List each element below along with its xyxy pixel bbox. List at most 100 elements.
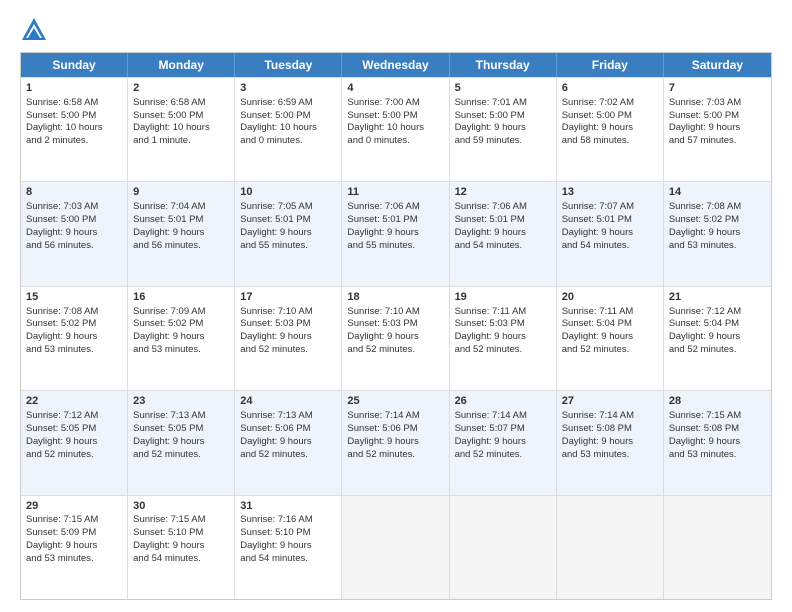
- calendar-row-4: 22Sunrise: 7:12 AMSunset: 5:05 PMDayligh…: [21, 390, 771, 494]
- day-cell-19: 19Sunrise: 7:11 AMSunset: 5:03 PMDayligh…: [450, 287, 557, 390]
- day-info-line: Daylight: 9 hours: [133, 331, 229, 344]
- day-info-line: Sunrise: 7:15 AM: [669, 410, 766, 423]
- calendar-header: SundayMondayTuesdayWednesdayThursdayFrid…: [21, 53, 771, 77]
- day-number: 31: [240, 499, 336, 514]
- day-info-line: and 53 minutes.: [26, 344, 122, 357]
- day-cell-31: 31Sunrise: 7:16 AMSunset: 5:10 PMDayligh…: [235, 496, 342, 599]
- day-info-line: and 59 minutes.: [455, 135, 551, 148]
- day-info-line: and 55 minutes.: [240, 240, 336, 253]
- day-info-line: Sunrise: 7:12 AM: [26, 410, 122, 423]
- day-number: 19: [455, 290, 551, 305]
- day-number: 13: [562, 185, 658, 200]
- day-number: 27: [562, 394, 658, 409]
- day-info-line: and 55 minutes.: [347, 240, 443, 253]
- day-info-line: and 52 minutes.: [240, 344, 336, 357]
- day-info-line: and 52 minutes.: [240, 449, 336, 462]
- day-info-line: and 52 minutes.: [347, 344, 443, 357]
- day-cell-28: 28Sunrise: 7:15 AMSunset: 5:08 PMDayligh…: [664, 391, 771, 494]
- calendar-body: 1Sunrise: 6:58 AMSunset: 5:00 PMDaylight…: [21, 77, 771, 599]
- day-number: 10: [240, 185, 336, 200]
- calendar-row-3: 15Sunrise: 7:08 AMSunset: 5:02 PMDayligh…: [21, 286, 771, 390]
- day-info-line: and 57 minutes.: [669, 135, 766, 148]
- day-info-line: Sunset: 5:08 PM: [562, 423, 658, 436]
- day-info-line: Sunset: 5:01 PM: [562, 214, 658, 227]
- day-number: 1: [26, 81, 122, 96]
- header-day-thursday: Thursday: [450, 53, 557, 77]
- day-number: 12: [455, 185, 551, 200]
- day-info-line: Sunset: 5:01 PM: [133, 214, 229, 227]
- day-info-line: Sunrise: 7:11 AM: [455, 306, 551, 319]
- day-info-line: Daylight: 9 hours: [562, 436, 658, 449]
- day-number: 25: [347, 394, 443, 409]
- day-info-line: Daylight: 9 hours: [240, 331, 336, 344]
- day-number: 3: [240, 81, 336, 96]
- day-info-line: Daylight: 9 hours: [347, 227, 443, 240]
- day-info-line: Daylight: 9 hours: [455, 227, 551, 240]
- day-info-line: Sunrise: 6:58 AM: [26, 97, 122, 110]
- day-info-line: and 2 minutes.: [26, 135, 122, 148]
- day-info-line: Sunset: 5:01 PM: [455, 214, 551, 227]
- day-number: 9: [133, 185, 229, 200]
- day-number: 11: [347, 185, 443, 200]
- day-info-line: Daylight: 9 hours: [240, 436, 336, 449]
- day-info-line: and 52 minutes.: [562, 344, 658, 357]
- day-info-line: Sunrise: 7:03 AM: [669, 97, 766, 110]
- day-info-line: Sunset: 5:10 PM: [133, 527, 229, 540]
- day-info-line: Sunrise: 7:00 AM: [347, 97, 443, 110]
- day-info-line: Sunset: 5:05 PM: [26, 423, 122, 436]
- day-info-line: Sunset: 5:01 PM: [347, 214, 443, 227]
- day-cell-7: 7Sunrise: 7:03 AMSunset: 5:00 PMDaylight…: [664, 78, 771, 181]
- day-info-line: Sunrise: 7:03 AM: [26, 201, 122, 214]
- day-info-line: Sunrise: 7:16 AM: [240, 514, 336, 527]
- day-info-line: Sunset: 5:05 PM: [133, 423, 229, 436]
- day-info-line: Sunset: 5:00 PM: [240, 110, 336, 123]
- calendar-row-5: 29Sunrise: 7:15 AMSunset: 5:09 PMDayligh…: [21, 495, 771, 599]
- day-cell-29: 29Sunrise: 7:15 AMSunset: 5:09 PMDayligh…: [21, 496, 128, 599]
- day-number: 18: [347, 290, 443, 305]
- day-info-line: Sunrise: 7:12 AM: [669, 306, 766, 319]
- day-info-line: and 52 minutes.: [26, 449, 122, 462]
- day-info-line: Sunrise: 7:06 AM: [347, 201, 443, 214]
- day-cell-1: 1Sunrise: 6:58 AMSunset: 5:00 PMDaylight…: [21, 78, 128, 181]
- day-info-line: and 53 minutes.: [669, 240, 766, 253]
- day-number: 30: [133, 499, 229, 514]
- day-info-line: Sunset: 5:00 PM: [562, 110, 658, 123]
- day-cell-30: 30Sunrise: 7:15 AMSunset: 5:10 PMDayligh…: [128, 496, 235, 599]
- day-info-line: Sunrise: 7:14 AM: [347, 410, 443, 423]
- day-cell-3: 3Sunrise: 6:59 AMSunset: 5:00 PMDaylight…: [235, 78, 342, 181]
- day-cell-21: 21Sunrise: 7:12 AMSunset: 5:04 PMDayligh…: [664, 287, 771, 390]
- day-cell-5: 5Sunrise: 7:01 AMSunset: 5:00 PMDaylight…: [450, 78, 557, 181]
- day-info-line: and 52 minutes.: [133, 449, 229, 462]
- day-info-line: Sunset: 5:02 PM: [26, 318, 122, 331]
- day-info-line: and 54 minutes.: [240, 553, 336, 566]
- day-info-line: Sunset: 5:00 PM: [26, 214, 122, 227]
- day-info-line: Daylight: 9 hours: [133, 227, 229, 240]
- day-info-line: Sunset: 5:04 PM: [562, 318, 658, 331]
- day-info-line: Daylight: 10 hours: [240, 122, 336, 135]
- day-info-line: Sunrise: 7:10 AM: [347, 306, 443, 319]
- day-info-line: Sunrise: 6:58 AM: [133, 97, 229, 110]
- day-cell-2: 2Sunrise: 6:58 AMSunset: 5:00 PMDaylight…: [128, 78, 235, 181]
- day-info-line: and 56 minutes.: [133, 240, 229, 253]
- day-info-line: and 0 minutes.: [347, 135, 443, 148]
- day-info-line: Sunrise: 7:05 AM: [240, 201, 336, 214]
- day-number: 24: [240, 394, 336, 409]
- day-cell-24: 24Sunrise: 7:13 AMSunset: 5:06 PMDayligh…: [235, 391, 342, 494]
- header-day-friday: Friday: [557, 53, 664, 77]
- day-info-line: Daylight: 9 hours: [347, 331, 443, 344]
- header-day-saturday: Saturday: [664, 53, 771, 77]
- day-info-line: Daylight: 10 hours: [26, 122, 122, 135]
- day-cell-18: 18Sunrise: 7:10 AMSunset: 5:03 PMDayligh…: [342, 287, 449, 390]
- day-cell-27: 27Sunrise: 7:14 AMSunset: 5:08 PMDayligh…: [557, 391, 664, 494]
- day-cell-15: 15Sunrise: 7:08 AMSunset: 5:02 PMDayligh…: [21, 287, 128, 390]
- day-info-line: Sunset: 5:04 PM: [669, 318, 766, 331]
- day-info-line: Sunset: 5:03 PM: [455, 318, 551, 331]
- day-info-line: Daylight: 9 hours: [669, 331, 766, 344]
- day-number: 8: [26, 185, 122, 200]
- day-info-line: and 53 minutes.: [133, 344, 229, 357]
- day-info-line: and 56 minutes.: [26, 240, 122, 253]
- day-number: 7: [669, 81, 766, 96]
- day-number: 4: [347, 81, 443, 96]
- day-info-line: Daylight: 9 hours: [26, 331, 122, 344]
- day-number: 21: [669, 290, 766, 305]
